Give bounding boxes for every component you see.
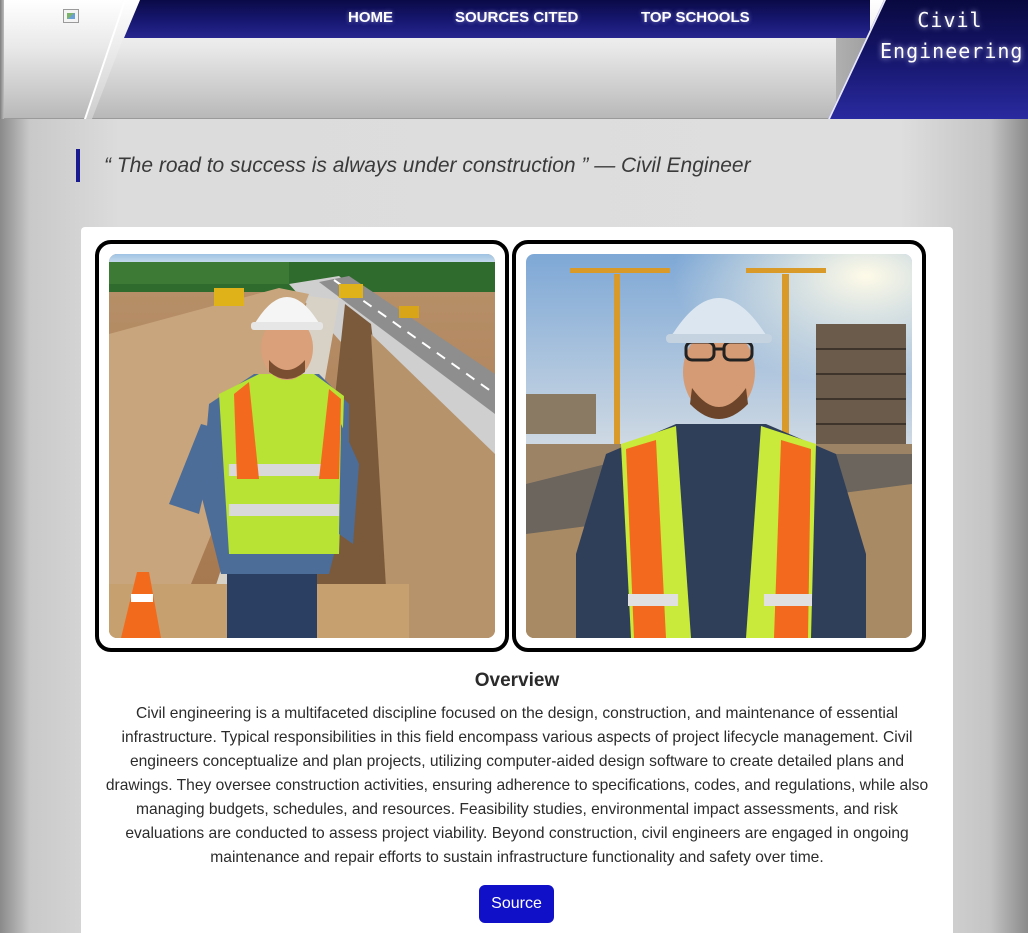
source-button[interactable]: Source (479, 885, 554, 923)
nav-top-schools-link[interactable]: TOP SCHOOLS (641, 9, 750, 26)
overview-heading: Overview (474, 670, 560, 691)
content-card: Overview Civil engineering is a multifac… (81, 227, 953, 933)
photo-frame-left (95, 240, 509, 652)
photo-frame-right (512, 240, 926, 652)
logo-image[interactable] (63, 9, 79, 23)
site-title-line1: Civil (917, 8, 983, 32)
site-title: Civil Engineering (880, 5, 1024, 67)
site-title-line2: Engineering (880, 39, 1024, 63)
overview-text: Civil engineering is a multifaceted disc… (105, 705, 929, 866)
photo-engineer-highway (109, 254, 495, 638)
highway-photo-illustration (109, 254, 495, 638)
nav-home-link[interactable]: HOME (348, 9, 393, 26)
crane-photo-illustration (526, 254, 912, 638)
nav-sources-cited-link[interactable]: SOURCES CITED (455, 9, 578, 26)
page-quote: “ The road to success is always under co… (76, 149, 751, 182)
header-edge (0, 0, 4, 119)
photo-engineer-crane (526, 254, 912, 638)
site-header: HOME SOURCES CITED TOP SCHOOLS Civil Eng… (0, 0, 1028, 120)
nav-links: HOME SOURCES CITED TOP SCHOOLS (124, 0, 870, 38)
